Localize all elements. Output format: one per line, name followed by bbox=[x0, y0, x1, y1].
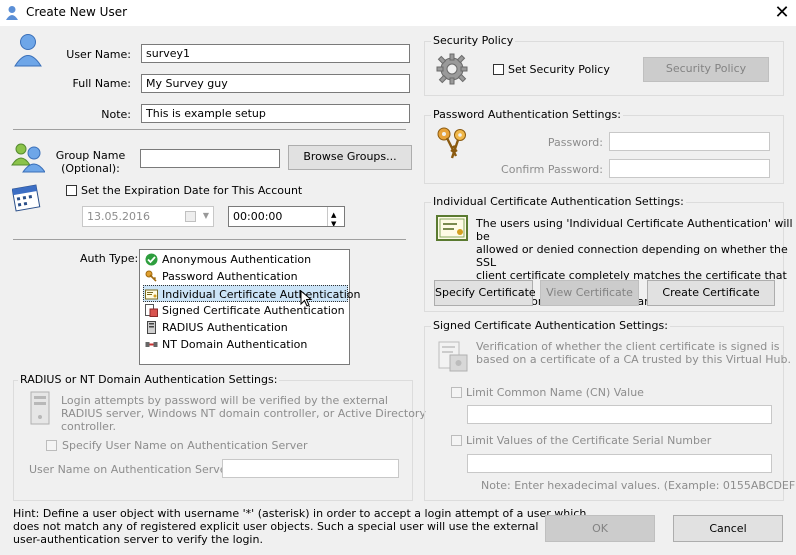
radius-description: Login attempts by password will be verif… bbox=[61, 394, 426, 433]
specify-username-label: Specify User Name on Authentication Serv… bbox=[62, 439, 308, 452]
auth-option-signed-certificate[interactable]: Signed Certificate Authentication bbox=[144, 302, 345, 319]
certificate-icon bbox=[145, 289, 158, 300]
window-title: Create New User bbox=[26, 5, 128, 19]
expiration-label: Set the Expiration Date for This Account bbox=[81, 184, 303, 197]
auth-option-radius[interactable]: RADIUS Authentication bbox=[144, 319, 288, 336]
time-spinner[interactable]: ▲ ▼ bbox=[327, 207, 344, 226]
note-label: Note: bbox=[101, 108, 131, 121]
expiration-date-picker[interactable]: 13.05.2016 ▼ bbox=[82, 206, 214, 227]
auth-server-username-label: User Name on Authentication Server: bbox=[29, 463, 235, 476]
hint-text: Hint: Define a user object with username… bbox=[13, 507, 587, 546]
confirm-password-input[interactable] bbox=[609, 159, 770, 178]
mouse-cursor-icon bbox=[300, 290, 313, 307]
spin-down-icon[interactable]: ▼ bbox=[331, 216, 336, 226]
limit-serial-checkbox[interactable] bbox=[451, 435, 462, 446]
expiration-checkbox[interactable] bbox=[66, 185, 77, 196]
server-icon bbox=[147, 321, 156, 334]
keys-icon bbox=[145, 270, 157, 282]
note-input[interactable]: This is example setup bbox=[141, 104, 410, 123]
cancel-button[interactable]: Cancel bbox=[673, 515, 783, 542]
auth-option-password[interactable]: Password Authentication bbox=[144, 268, 298, 285]
calendar-icon bbox=[12, 184, 41, 212]
auth-type-label: Auth Type: bbox=[80, 252, 139, 265]
fullname-label: Full Name: bbox=[72, 77, 131, 90]
signed-certificate-description: Verification of whether the client certi… bbox=[476, 340, 791, 366]
signed-certificate-large-icon bbox=[438, 341, 468, 372]
auth-option-nt-domain[interactable]: NT Domain Authentication bbox=[144, 336, 307, 353]
group-name-label: Group Name (Optional): bbox=[55, 149, 126, 175]
check-circle-icon bbox=[145, 253, 158, 266]
certificate-large-icon bbox=[436, 215, 468, 241]
auth-type-list[interactable]: Anonymous Authentication Password Authen… bbox=[139, 249, 360, 365]
expiration-time-input[interactable]: 00:00:00 ▲ ▼ bbox=[228, 206, 345, 227]
auth-option-anonymous[interactable]: Anonymous Authentication bbox=[144, 251, 311, 268]
create-certificate-button[interactable]: Create Certificate bbox=[647, 280, 775, 306]
user-icon bbox=[6, 6, 18, 20]
signed-certificate-icon bbox=[145, 304, 158, 317]
gear-icon bbox=[436, 53, 468, 85]
separator bbox=[13, 239, 406, 240]
auth-option-individual-certificate[interactable]: Individual Certificate Authentication bbox=[143, 285, 360, 302]
username-input[interactable]: survey1 bbox=[141, 44, 410, 63]
confirm-password-label: Confirm Password: bbox=[501, 163, 603, 176]
group-name-input[interactable] bbox=[140, 149, 280, 168]
limit-cn-label: Limit Common Name (CN) Value bbox=[466, 386, 644, 399]
password-label: Password: bbox=[547, 136, 603, 149]
username-label: User Name: bbox=[66, 48, 131, 61]
chevron-down-icon: ▼ bbox=[202, 211, 209, 220]
close-button[interactable]: ✕ bbox=[770, 2, 794, 23]
keys-large-icon bbox=[437, 127, 466, 159]
auth-server-username-input[interactable] bbox=[222, 459, 399, 478]
user-large-icon bbox=[14, 34, 42, 67]
separator bbox=[13, 129, 406, 130]
specify-username-checkbox[interactable] bbox=[46, 440, 57, 451]
view-certificate-button[interactable]: View Certificate bbox=[540, 280, 639, 306]
calendar-checkbox-icon bbox=[185, 211, 196, 222]
security-policy-title: Security Policy bbox=[431, 34, 516, 47]
server-large-icon bbox=[30, 391, 50, 425]
specify-certificate-button[interactable]: Specify Certificate bbox=[434, 280, 536, 306]
security-policy-checkbox-label: Set Security Policy bbox=[508, 63, 610, 76]
browse-groups-button[interactable]: Browse Groups... bbox=[288, 145, 412, 170]
limit-serial-label: Limit Values of the Certificate Serial N… bbox=[466, 434, 712, 447]
security-policy-button[interactable]: Security Policy bbox=[643, 57, 769, 82]
limit-cn-checkbox[interactable] bbox=[451, 387, 462, 398]
security-policy-checkbox[interactable] bbox=[493, 64, 504, 75]
serial-note: Note: Enter hexadecimal values. (Example… bbox=[481, 479, 796, 492]
limit-cn-input[interactable] bbox=[467, 405, 772, 424]
limit-serial-input[interactable] bbox=[467, 454, 772, 473]
password-group-title: Password Authentication Settings: bbox=[431, 108, 623, 121]
ok-button[interactable]: OK bbox=[545, 515, 655, 542]
radius-group-title: RADIUS or NT Domain Authentication Setti… bbox=[18, 373, 280, 386]
signed-certificate-title: Signed Certificate Authentication Settin… bbox=[431, 319, 670, 332]
group-icon bbox=[11, 143, 45, 173]
fullname-input[interactable]: My Survey guy bbox=[141, 74, 410, 93]
password-input[interactable] bbox=[609, 132, 770, 151]
individual-certificate-title: Individual Certificate Authentication Se… bbox=[431, 195, 686, 208]
network-icon bbox=[145, 342, 158, 347]
